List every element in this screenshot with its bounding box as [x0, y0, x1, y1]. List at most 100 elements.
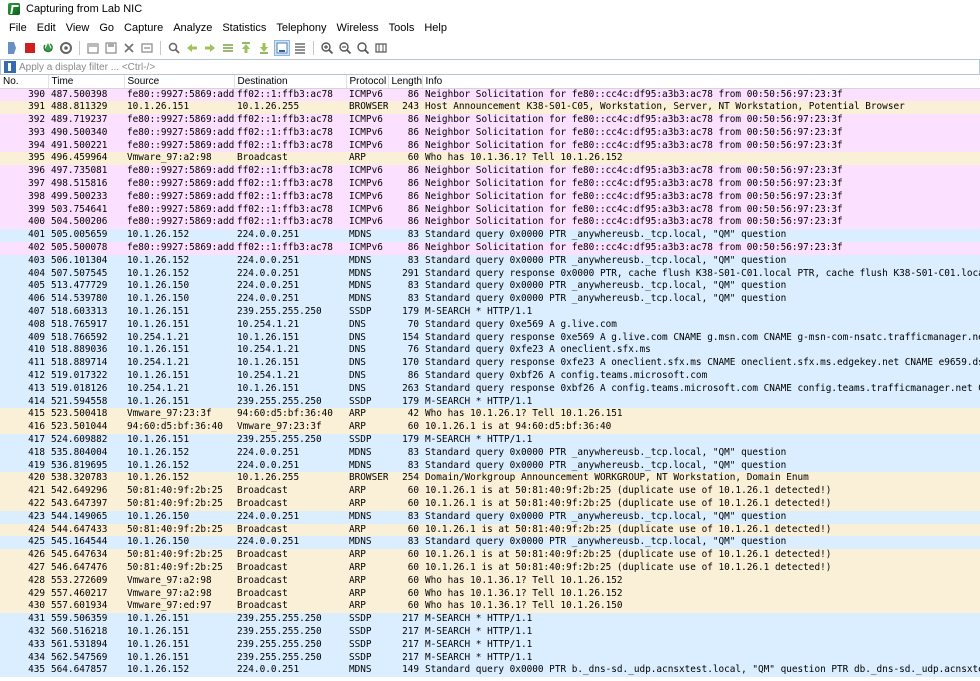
packet-row[interactable]: 411 518.889714 10.254.1.21 10.1.26.151 DNS 17… — [0, 357, 980, 371]
packet-row[interactable]: 425 545.164544 10.1.26.150 224.0.0.251 MDNS 8… — [0, 536, 980, 550]
packet-list[interactable]: No. Time Source Destination Protocol Len… — [0, 75, 980, 681]
packet-row[interactable]: 390 487.500398 fe80::9927:5869:add… ff02::1… — [0, 88, 980, 102]
packet-row[interactable]: 422 543.647397 50:81:40:9f:2b:25 Broadcast A… — [0, 498, 980, 511]
packet-row[interactable]: 403 506.101304 10.1.26.152 224.0.0.251 MDNS 8… — [0, 254, 980, 268]
packet-row[interactable]: 435 564.647857 10.1.26.152 224.0.0.251 MDNS 1… — [0, 664, 980, 678]
packet-row[interactable]: 434 562.547569 10.1.26.151 239.255.255.250 S… — [0, 651, 980, 665]
packet-row[interactable]: 410 518.889036 10.1.26.151 10.254.1.21 DNS 76… — [0, 344, 980, 358]
packet-cell-len: 83 — [407, 254, 419, 266]
packet-row[interactable]: 432 560.516218 10.1.26.151 239.255.255.250 S… — [0, 625, 980, 639]
packet-row[interactable]: 399 503.754641 fe80::9927:5869:add… ff02::1… — [0, 203, 980, 217]
resize-columns-icon[interactable] — [373, 40, 389, 56]
packet-row[interactable]: 413 519.018126 10.254.1.21 10.1.26.151 DNS 26… — [0, 382, 980, 396]
packet-cell-destination: 224.0.0.251 — [237, 229, 300, 241]
menu-tools[interactable]: Tools — [384, 22, 420, 34]
packet-row[interactable]: 433 561.531894 10.1.26.151 239.255.255.250 S… — [0, 638, 980, 652]
packet-row[interactable]: 396 497.735081 fe80::9927:5869:add… ff02::1… — [0, 165, 980, 179]
packet-cell-time: 518.765917 — [51, 318, 108, 330]
find-packet-icon[interactable] — [166, 40, 182, 56]
packet-row[interactable]: 430 557.601934 Vmware_97:ed:97 Broadcast ARP… — [0, 600, 980, 614]
packet-row[interactable]: 414 521.594558 10.1.26.151 239.255.255.250 S… — [0, 395, 980, 409]
save-file-icon[interactable] — [103, 40, 119, 56]
column-header-no[interactable]: No. — [0, 75, 49, 89]
packet-cell-no: 413 — [28, 382, 45, 394]
packet-row[interactable]: 419 536.819695 10.1.26.152 224.0.0.251 MDNS 8… — [0, 459, 980, 473]
packet-cell-len: 83 — [407, 280, 419, 292]
packet-cell-protocol: ICMPv6 — [349, 242, 383, 254]
capture-options-icon[interactable] — [58, 40, 74, 56]
packet-cell-protocol: ICMPv6 — [349, 126, 383, 138]
menu-help[interactable]: Help — [419, 22, 452, 34]
start-capture-icon[interactable] — [4, 40, 20, 56]
menu-analyze[interactable]: Analyze — [168, 22, 217, 34]
column-header-info[interactable]: Info — [422, 75, 980, 89]
menu-view[interactable]: View — [61, 22, 95, 34]
column-header-source[interactable]: Source — [124, 75, 235, 89]
packet-row[interactable]: 398 499.500233 fe80::9927:5869:add… ff02::1… — [0, 190, 980, 204]
packet-row[interactable]: 407 518.603313 10.1.26.151 239.255.255.250 S… — [0, 306, 980, 319]
go-forward-icon[interactable] — [202, 40, 218, 56]
packet-cell-source: fe80::9927:5869:add… — [127, 126, 234, 138]
packet-row[interactable]: 405 513.477729 10.1.26.150 224.0.0.251 MDNS 8… — [0, 280, 980, 294]
menu-wireless[interactable]: Wireless — [332, 22, 384, 34]
packet-row[interactable]: 415 523.500418 Vmware_97:23:3f 94:60:d5:bf:… — [0, 408, 980, 422]
packet-row[interactable]: 428 553.272609 Vmware_97:a2:98 Broadcast ARP… — [0, 574, 980, 588]
go-back-icon[interactable] — [184, 40, 200, 56]
packet-row[interactable]: 395 496.459964 Vmware_97:a2:98 Broadcast ARP… — [0, 152, 980, 166]
column-header-destination[interactable]: Destination — [234, 75, 347, 89]
zoom-out-icon[interactable] — [337, 40, 353, 56]
packet-row[interactable]: 418 535.804004 10.1.26.152 224.0.0.251 MDNS 8… — [0, 446, 980, 460]
packet-row[interactable]: 391 488.811329 10.1.26.151 10.1.26.255 BROWS… — [0, 101, 980, 115]
packet-row[interactable]: 424 544.647433 50:81:40:9f:2b:25 Broadcast A… — [0, 523, 980, 537]
packet-row[interactable]: 421 542.649296 50:81:40:9f:2b:25 Broadcast A… — [0, 485, 980, 498]
menu-go[interactable]: Go — [94, 22, 119, 34]
reload-file-icon[interactable] — [139, 40, 155, 56]
packet-row[interactable]: 426 545.647634 50:81:40:9f:2b:25 Broadcast A… — [0, 549, 980, 562]
packet-row[interactable]: 401 505.005659 10.1.26.152 224.0.0.251 MDNS 8… — [0, 229, 980, 243]
packet-row[interactable]: 431 559.506359 10.1.26.151 239.255.255.250 S… — [0, 613, 980, 626]
packet-row[interactable]: 417 524.609882 10.1.26.151 239.255.255.250 S… — [0, 434, 980, 447]
packet-cell-no: 420 — [28, 472, 45, 484]
packet-row[interactable]: 416 523.501044 94:60:d5:bf:36:40 Vmware_97:… — [0, 421, 980, 435]
packet-cell-no: 425 — [28, 536, 45, 548]
stop-capture-icon[interactable] — [22, 40, 38, 56]
open-file-icon[interactable] — [85, 40, 101, 56]
packet-row[interactable]: 406 514.539780 10.1.26.150 224.0.0.251 MDNS 8… — [0, 293, 980, 307]
packet-row[interactable]: 392 489.719237 fe80::9927:5869:add… ff02::1… — [0, 114, 980, 127]
column-header-time[interactable]: Time — [48, 75, 125, 89]
colorize-icon[interactable] — [292, 40, 308, 56]
go-first-icon[interactable] — [238, 40, 254, 56]
column-header-protocol[interactable]: Protocol — [346, 75, 389, 89]
packet-row[interactable]: 423 544.149065 10.1.26.150 224.0.0.251 MDNS 8… — [0, 510, 980, 524]
menu-capture[interactable]: Capture — [119, 22, 168, 34]
packet-row[interactable]: 427 546.647476 50:81:40:9f:2b:25 Broadcast A… — [0, 561, 980, 575]
close-file-icon[interactable] — [121, 40, 137, 56]
packet-row[interactable]: 397 498.515816 fe80::9927:5869:add… ff02::1… — [0, 178, 980, 191]
menu-telephony[interactable]: Telephony — [271, 22, 331, 34]
autoscroll-icon[interactable] — [274, 40, 290, 56]
menu-edit[interactable]: Edit — [32, 22, 61, 34]
packet-cell-source: fe80::9927:5869:add… — [127, 165, 234, 177]
packet-row[interactable]: 402 505.500078 fe80::9927:5869:add… ff02::1… — [0, 242, 980, 255]
normal-size-icon[interactable] — [355, 40, 371, 56]
packet-row[interactable]: 412 519.017322 10.1.26.151 10.254.1.21 DNS 86… — [0, 370, 980, 383]
go-last-icon[interactable] — [256, 40, 272, 56]
packet-row[interactable]: 394 491.500221 fe80::9927:5869:add… ff02::1… — [0, 139, 980, 153]
packet-row[interactable]: 420 538.320783 10.1.26.152 10.1.26.255 BROWS… — [0, 472, 980, 486]
zoom-in-icon[interactable] — [319, 40, 335, 56]
column-header-length[interactable]: Length — [388, 75, 423, 89]
packet-row[interactable]: 409 518.766592 10.254.1.21 10.1.26.151 DNS 15… — [0, 331, 980, 345]
packet-row[interactable]: 393 490.500340 fe80::9927:5869:add… ff02::1… — [0, 126, 980, 140]
packet-cell-len: 149 — [402, 664, 419, 676]
packet-row[interactable]: 429 557.460217 Vmware_97:a2:98 Broadcast ARP… — [0, 587, 980, 601]
restart-capture-icon[interactable] — [40, 40, 56, 56]
menu-file[interactable]: File — [4, 22, 32, 34]
packet-row[interactable]: 404 507.507545 10.1.26.152 224.0.0.251 MDNS 2… — [0, 267, 980, 281]
menu-statistics[interactable]: Statistics — [217, 22, 271, 34]
display-filter-input[interactable] — [19, 60, 979, 74]
packet-cell-info: Standard query response 0xfe23 A oneclie… — [425, 357, 980, 369]
bookmark-filter-icon[interactable] — [4, 61, 16, 73]
go-to-packet-icon[interactable] — [220, 40, 236, 56]
packet-row[interactable]: 400 504.500206 fe80::9927:5869:add… ff02::1… — [0, 216, 980, 230]
packet-row[interactable]: 408 518.765917 10.1.26.151 10.254.1.21 DNS 70… — [0, 318, 980, 332]
